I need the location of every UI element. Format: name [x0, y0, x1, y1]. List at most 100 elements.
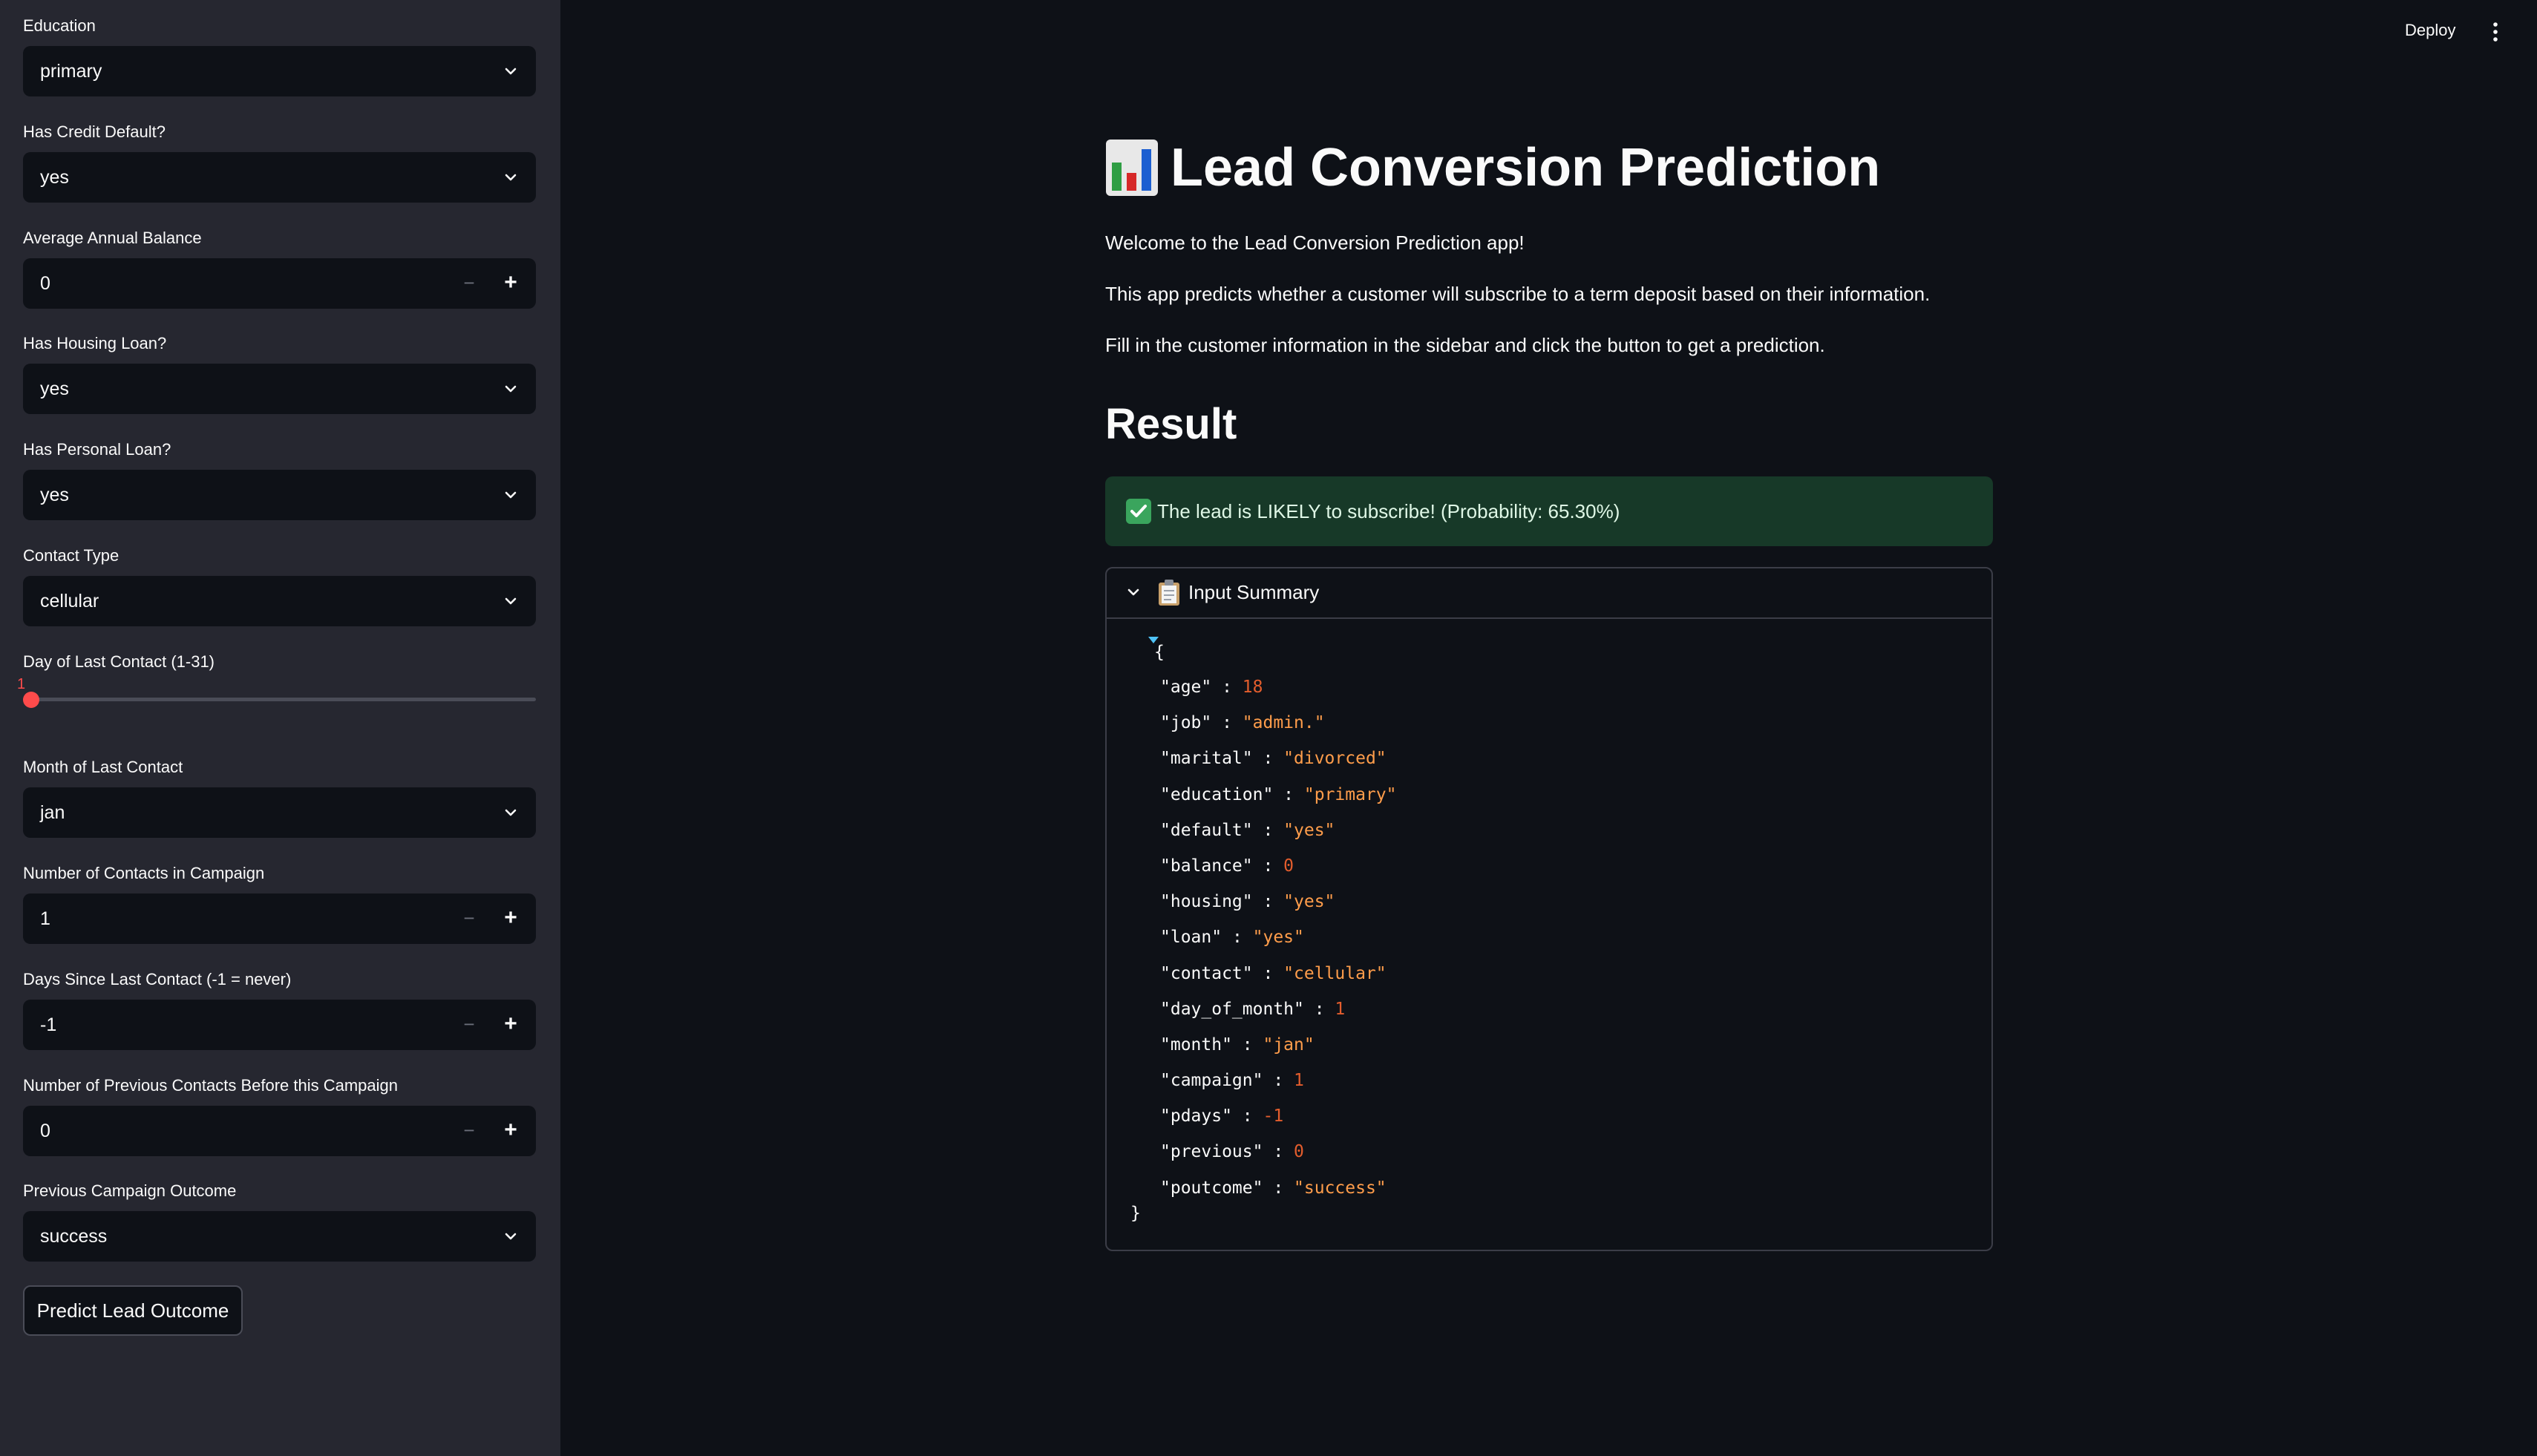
json-colon: : [1263, 1142, 1294, 1162]
slider-thumb[interactable] [23, 692, 39, 708]
json-row: "contact" : "cellular" [1160, 963, 1397, 998]
json-key: "pdays" [1160, 1106, 1232, 1127]
json-row: "campaign" : 1 [1160, 1069, 1397, 1105]
json-key: "age" [1160, 678, 1212, 697]
json-row: "previous" : 0 [1160, 1141, 1397, 1176]
json-value: "jan" [1263, 1034, 1315, 1055]
json-row: "balance" : 0 [1160, 855, 1397, 891]
default-select[interactable]: yes [23, 152, 536, 203]
json-value: "success" [1294, 1178, 1387, 1198]
loan-label: Has Personal Loan? [23, 440, 171, 459]
contact-value: cellular [40, 591, 99, 611]
increment-button[interactable]: + [496, 893, 526, 944]
previous-label: Number of Previous Contacts Before this … [23, 1076, 399, 1095]
predict-button[interactable]: Predict Lead Outcome [23, 1285, 243, 1336]
json-colon: : [1222, 928, 1253, 948]
housing-select[interactable]: yes [23, 364, 536, 414]
expander-header[interactable]: Input Summary [1107, 568, 1991, 619]
decrement-button[interactable]: − [454, 1106, 484, 1156]
chevron-down-icon [505, 1233, 517, 1240]
deploy-button[interactable]: Deploy [2405, 21, 2455, 40]
json-key: "job" [1160, 713, 1212, 733]
json-colon: : [1211, 678, 1243, 697]
json-value: 18 [1242, 678, 1263, 697]
json-row: "marital" : "divorced" [1160, 747, 1397, 783]
json-value: "admin." [1242, 713, 1325, 733]
json-key: "month" [1160, 1034, 1232, 1055]
decrement-button[interactable]: − [454, 1000, 484, 1050]
day-label: Day of Last Contact (1-31) [23, 652, 215, 671]
balance-label: Average Annual Balance [23, 229, 202, 247]
decrement-button[interactable]: − [454, 258, 484, 309]
json-key: "campaign" [1160, 1071, 1263, 1091]
housing-value: yes [40, 378, 69, 399]
json-row: "loan" : "yes" [1160, 926, 1397, 962]
input-summary-expander: Input Summary { "age" : 18 "job" : "admin… [1105, 567, 1993, 1251]
bar-chart-icon [1106, 140, 1158, 196]
education-value: primary [40, 61, 102, 82]
month-select[interactable]: jan [23, 787, 536, 838]
increment-button[interactable]: + [496, 1000, 526, 1050]
sidebar: Education primary Has Credit Default? ye… [0, 0, 560, 1456]
previous-input[interactable]: 0 − + [23, 1106, 536, 1156]
education-select[interactable]: primary [23, 46, 536, 96]
json-value: 0 [1294, 1142, 1304, 1162]
default-value: yes [40, 167, 69, 188]
json-colon: : [1252, 963, 1284, 983]
json-row: "education" : "primary" [1160, 784, 1397, 819]
json-value: 1 [1294, 1071, 1304, 1091]
page-title-text: Lead Conversion Prediction [1171, 138, 1881, 197]
json-key: "marital" [1160, 749, 1253, 769]
contact-select[interactable]: cellular [23, 576, 536, 626]
previous-value: 0 [40, 1121, 50, 1141]
result-message: The lead is LIKELY to subscribe! (Probab… [1157, 500, 1620, 522]
campaign-input[interactable]: 1 − + [23, 893, 536, 944]
chevron-down-icon [505, 491, 517, 499]
chevron-down-icon [1127, 588, 1139, 596]
json-value: "primary" [1303, 784, 1397, 804]
json-value: 0 [1283, 856, 1294, 876]
json-colon: : [1252, 749, 1284, 769]
clipboard-icon [1159, 580, 1179, 606]
result-heading: Result [1105, 400, 1237, 448]
json-row: "month" : "jan" [1160, 1034, 1397, 1069]
json-colon: : [1303, 999, 1335, 1019]
json-row: "age" : 18 [1160, 676, 1397, 712]
pdays-input[interactable]: -1 − + [23, 1000, 536, 1050]
campaign-label: Number of Contacts in Campaign [23, 864, 265, 882]
poutcome-select[interactable]: success [23, 1211, 536, 1262]
json-value: "yes" [1283, 820, 1335, 840]
more-options-icon[interactable] [2487, 21, 2504, 43]
json-key: "contact" [1160, 963, 1253, 983]
json-value: 1 [1335, 999, 1346, 1019]
json-key: "day_of_month" [1160, 999, 1304, 1019]
json-row: "pdays" : -1 [1160, 1105, 1397, 1141]
expander-label: Input Summary [1188, 581, 1320, 603]
json-key: "poutcome" [1160, 1178, 1263, 1198]
json-colon: : [1211, 713, 1243, 733]
increment-button[interactable]: + [496, 1106, 526, 1156]
chevron-down-icon [505, 385, 517, 393]
balance-input[interactable]: 0 − + [23, 258, 536, 309]
json-value: "yes" [1283, 892, 1335, 912]
chevron-down-icon [505, 597, 517, 605]
json-row: "default" : "yes" [1160, 819, 1397, 855]
json-key: "loan" [1160, 928, 1222, 948]
json-colon: : [1252, 856, 1284, 876]
json-colon: : [1252, 892, 1284, 912]
json-open-brace: { [1154, 643, 1165, 662]
loan-select[interactable]: yes [23, 470, 536, 520]
chevron-down-icon [505, 174, 517, 181]
slider-value: 1 [17, 676, 26, 692]
json-close-brace: } [1130, 1204, 1141, 1223]
json-colon: : [1273, 784, 1304, 804]
decrement-button[interactable]: − [454, 893, 484, 944]
json-value: -1 [1263, 1106, 1284, 1127]
month-label: Month of Last Contact [23, 758, 183, 776]
json-row: "housing" : "yes" [1160, 891, 1397, 926]
increment-button[interactable]: + [496, 258, 526, 309]
json-row: "poutcome" : "success" [1160, 1177, 1397, 1213]
day-slider[interactable]: 1 [17, 676, 536, 712]
slider-track[interactable] [23, 698, 536, 701]
json-key: "default" [1160, 820, 1253, 840]
